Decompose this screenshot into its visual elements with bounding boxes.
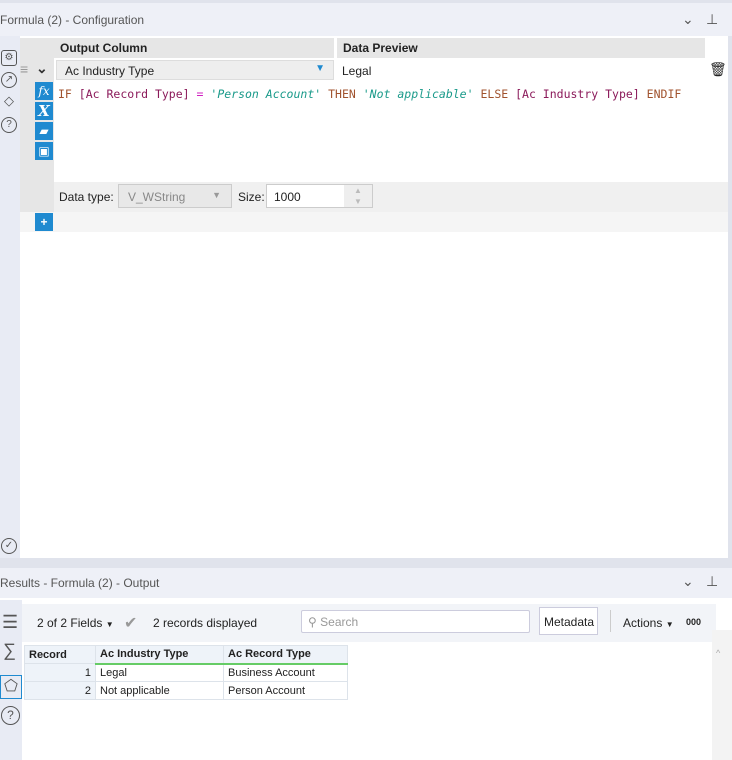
output-column-select[interactable]: Ac Industry Type ▼: [56, 60, 334, 80]
metadata-button[interactable]: Metadata: [539, 607, 598, 635]
results-side-strip: ☰ ∑ ⬠ ?: [0, 600, 22, 760]
connection-icon[interactable]: ↗: [1, 72, 17, 88]
open-folder-icon[interactable]: ▰: [35, 122, 53, 140]
sigma-icon[interactable]: ∑: [3, 640, 16, 661]
search-icon: ⚲: [308, 615, 317, 629]
chevron-down-icon[interactable]: ⌄: [682, 573, 694, 590]
check-circle-icon[interactable]: ✓: [1, 538, 17, 554]
size-label: Size:: [238, 190, 265, 204]
search-input[interactable]: ⚲ Search: [301, 610, 530, 633]
pin-icon[interactable]: ⊥: [706, 11, 718, 28]
gear-icon[interactable]: ⚙: [1, 50, 17, 66]
actions-dropdown[interactable]: Actions ▼: [623, 616, 674, 630]
column-header-industry[interactable]: Ac Industry Type: [95, 645, 224, 665]
table-row: 1 Legal Business Account: [24, 663, 348, 682]
config-title-bar: Formula (2) - Configuration ⌄ ⊥: [0, 0, 732, 36]
trash-icon[interactable]: 🗑: [709, 61, 727, 78]
output-column-value: Ac Industry Type: [65, 64, 155, 78]
help-icon[interactable]: ?: [1, 117, 17, 133]
fields-dropdown[interactable]: 2 of 2 Fields ▼: [37, 616, 114, 630]
header-output-column: Output Column: [54, 38, 334, 58]
data-preview-value: Legal: [342, 64, 372, 78]
header-data-preview: Data Preview: [337, 38, 705, 58]
help-icon[interactable]: ?: [1, 706, 20, 725]
size-input[interactable]: 1000 ▲ ▼: [266, 184, 373, 208]
pin-icon[interactable]: ⊥: [706, 573, 718, 590]
config-side-strip: ⚙ ↗ ◇ ? ✓: [0, 36, 20, 558]
data-type-label: Data type:: [59, 190, 114, 204]
check-icon: ✔: [124, 615, 138, 632]
drag-handle-icon[interactable]: ≡: [20, 62, 34, 78]
results-title-bar: Results - Formula (2) - Output ⌄ ⊥: [0, 568, 732, 598]
formula-editor[interactable]: IF [Ac Record Type] = 'Person Account' T…: [58, 87, 681, 101]
data-type-select[interactable]: V_WString ▼: [118, 184, 232, 208]
results-table: Record Ac Industry Type Ac Record Type 1…: [24, 645, 348, 700]
records-count: 2 records displayed: [153, 616, 258, 630]
save-icon[interactable]: ▣: [35, 142, 53, 160]
column-header-record-type[interactable]: Ac Record Type: [223, 645, 348, 665]
column-header-record[interactable]: Record: [24, 645, 96, 664]
results-title: Results - Formula (2) - Output: [0, 576, 160, 590]
variable-icon[interactable]: X: [35, 102, 53, 120]
chevron-down-icon[interactable]: ⌄: [682, 11, 694, 28]
tag-icon[interactable]: ◇: [1, 94, 17, 110]
function-icon[interactable]: fx: [35, 82, 53, 100]
scrollbar[interactable]: ^: [712, 630, 732, 760]
config-title: Formula (2) - Configuration: [0, 12, 145, 27]
dropdown-arrow-icon: ▼: [315, 63, 325, 74]
table-view-icon[interactable]: ☰: [2, 612, 18, 633]
collapse-chevron-icon[interactable]: ⌄: [36, 60, 48, 77]
more-button[interactable]: 000: [686, 617, 701, 627]
table-row: 2 Not applicable Person Account: [24, 681, 348, 700]
tag-icon[interactable]: ⬠: [0, 675, 22, 699]
add-formula-button[interactable]: +: [35, 213, 53, 231]
